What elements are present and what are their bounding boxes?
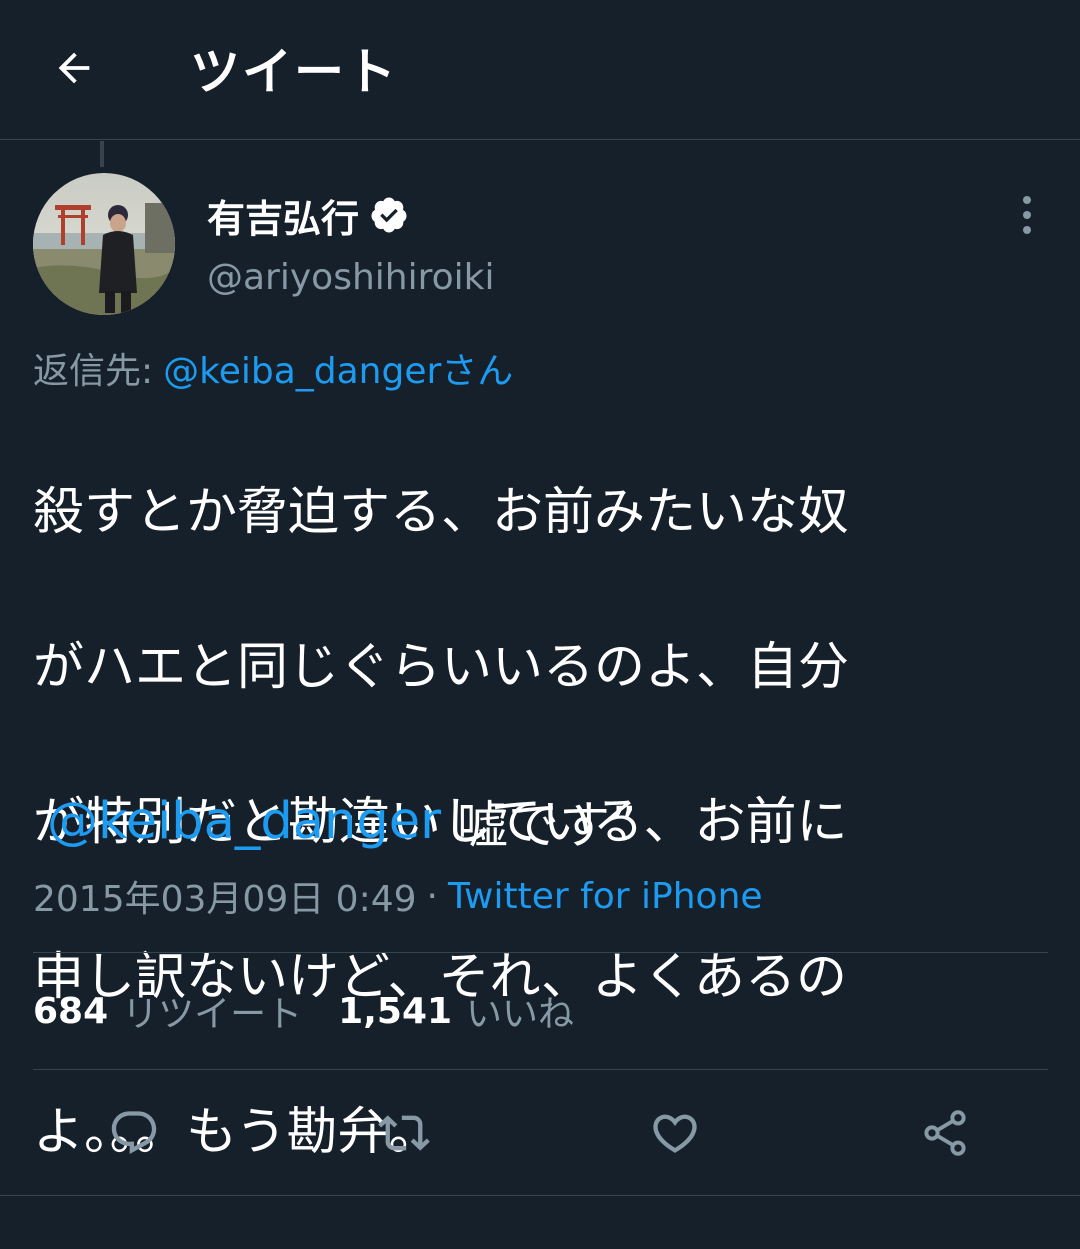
avatar[interactable] bbox=[33, 173, 175, 315]
tweet-mention-text: 嘘です” bbox=[457, 797, 637, 856]
reply-button[interactable] bbox=[101, 1100, 167, 1166]
retweets-label: リツイート bbox=[122, 994, 303, 1035]
tweet-meta: 2015年03月09日 0:49 · Twitter for iPhone bbox=[33, 870, 763, 922]
retweet-icon bbox=[378, 1115, 430, 1151]
more-options-button[interactable] bbox=[1002, 190, 1052, 240]
top-app-bar: ツイート bbox=[0, 0, 1080, 140]
divider bbox=[33, 952, 1048, 953]
tweet-text-line: 殺すとか脅迫する、お前みたいな奴 bbox=[33, 482, 850, 542]
tweet-mention-line: @keiba_danger 嘘です” bbox=[33, 785, 636, 857]
divider bbox=[0, 1195, 1080, 1196]
reply-to-line: 返信先: @keiba_dangerさん bbox=[33, 342, 513, 394]
share-button[interactable] bbox=[912, 1100, 978, 1166]
back-button[interactable] bbox=[40, 34, 108, 102]
meta-separator: · bbox=[426, 875, 438, 917]
thread-connector-line bbox=[100, 141, 104, 167]
timestamp[interactable]: 2015年03月09日 0:49 bbox=[33, 870, 417, 922]
verified-badge-icon bbox=[371, 197, 407, 233]
tweet-mention-link[interactable]: @keiba_danger bbox=[47, 792, 441, 851]
reply-to-prefix: 返信先: bbox=[33, 351, 154, 392]
retweet-button[interactable] bbox=[371, 1100, 437, 1166]
tweet-actions bbox=[0, 1100, 1080, 1166]
like-icon bbox=[653, 1114, 697, 1153]
share-icon bbox=[924, 1110, 966, 1156]
tweet-text-line: がハエと同じぐらいいるのよ、自分 bbox=[33, 637, 850, 697]
likes-count: 1,541 bbox=[338, 990, 453, 1032]
divider bbox=[33, 1069, 1048, 1070]
page-title: ツイート bbox=[190, 43, 398, 101]
likes-stat[interactable]: 1,541 いいね bbox=[338, 985, 574, 1037]
tweet-stats: 684 リツイート 1,541 いいね bbox=[33, 985, 574, 1037]
retweets-stat[interactable]: 684 リツイート bbox=[33, 985, 302, 1037]
author-handle[interactable]: @ariyoshihiroiki bbox=[207, 252, 494, 302]
likes-label: いいね bbox=[466, 994, 575, 1035]
like-button[interactable] bbox=[642, 1100, 708, 1166]
retweets-count: 684 bbox=[33, 990, 109, 1032]
author-name: 有吉弘行 bbox=[207, 196, 360, 241]
arrow-left-icon bbox=[58, 52, 90, 84]
source-link[interactable]: Twitter for iPhone bbox=[448, 876, 763, 917]
more-vertical-icon bbox=[1023, 196, 1031, 234]
reply-icon bbox=[111, 1111, 157, 1155]
author-name-row[interactable]: 有吉弘行 bbox=[207, 188, 409, 242]
reply-to-mention[interactable]: @keiba_dangerさん bbox=[163, 342, 513, 394]
